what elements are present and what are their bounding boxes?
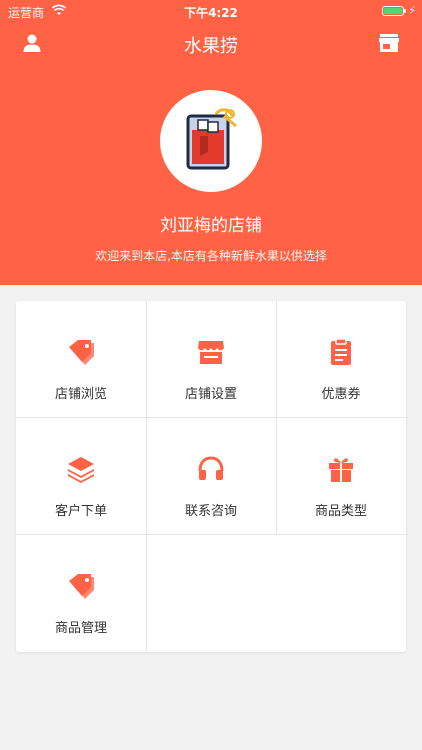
- grid-divider: [16, 417, 406, 418]
- menu-item-shop-settings[interactable]: 店铺设置: [146, 301, 276, 418]
- navbar: 水果捞: [0, 22, 422, 66]
- menu-item-coupons[interactable]: 优惠券: [276, 301, 406, 418]
- menu-item-label: 商品类型: [314, 504, 367, 519]
- menu-item-product-manage[interactable]: 商品管理: [16, 535, 146, 652]
- drink-cup-icon: [186, 108, 237, 170]
- battery-icon: [382, 6, 406, 16]
- grid-divider: [276, 301, 277, 535]
- store-icon[interactable]: [378, 33, 400, 53]
- headphones-icon: [198, 456, 224, 480]
- page-title: 水果捞: [184, 36, 238, 57]
- shop-avatar[interactable]: [160, 90, 262, 192]
- menu-item-product-type[interactable]: 商品类型: [276, 418, 406, 535]
- menu-item-customer-order[interactable]: 客户下单: [16, 418, 146, 535]
- clipboard-icon: [331, 338, 351, 365]
- tag-icon: [69, 574, 94, 599]
- shop-description: 欢迎来到本店,本店有各种新鲜水果以供选择: [95, 249, 327, 263]
- menu-item-label: 店铺浏览: [54, 387, 107, 402]
- grid-divider: [146, 301, 147, 652]
- layers-icon: [68, 457, 94, 483]
- menu-item-label: 店铺设置: [184, 387, 237, 402]
- tag-icon: [69, 340, 94, 365]
- menu-item-contact[interactable]: 联系咨询: [146, 418, 276, 535]
- menu-item-shop-browse[interactable]: 店铺浏览: [16, 301, 146, 418]
- status-bar: 运营商 下午4:22 ⚡: [0, 0, 422, 22]
- menu-item-label: 优惠券: [321, 387, 361, 402]
- menu-item-label: 商品管理: [54, 621, 107, 636]
- charging-icon: ⚡: [408, 4, 416, 17]
- menu-item-label: 联系咨询: [184, 504, 237, 519]
- menu-grid: 店铺浏览 店铺设置 优惠券 客户下单 联系咨询 商品类型 商品管理: [16, 301, 406, 652]
- shop-name: 刘亚梅的店铺: [160, 216, 262, 236]
- status-time: 下午4:22: [184, 6, 238, 20]
- header: 运营商 下午4:22 ⚡ 水果捞 刘亚梅的店铺 欢迎来到本店,本店有各种新鲜水果…: [0, 0, 422, 285]
- storefront-icon: [198, 341, 224, 364]
- menu-item-label: 客户下单: [54, 504, 107, 519]
- gift-icon: [329, 458, 353, 482]
- grid-divider: [16, 534, 406, 535]
